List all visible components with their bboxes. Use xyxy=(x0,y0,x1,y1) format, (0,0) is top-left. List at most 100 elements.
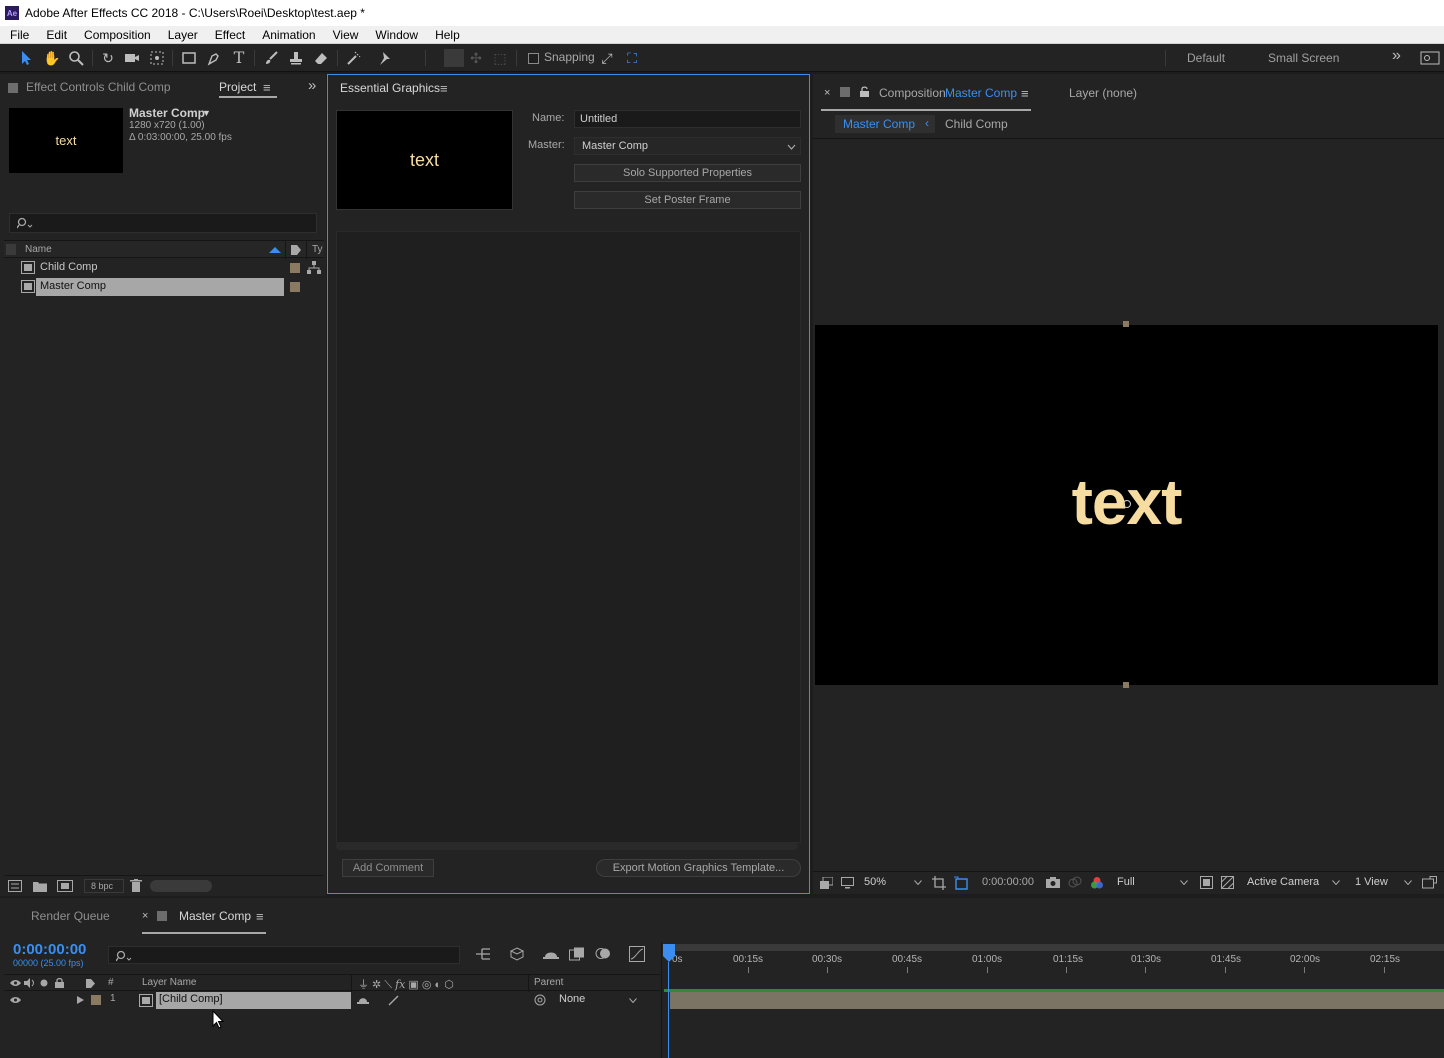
roto-brush-tool-icon[interactable] xyxy=(346,50,362,66)
essential-graphics-menu-icon[interactable]: ≡ xyxy=(440,81,448,96)
menu-window[interactable]: Window xyxy=(365,28,425,42)
menu-effect[interactable]: Effect xyxy=(205,28,252,42)
close-icon[interactable]: × xyxy=(824,87,830,99)
export-mogrt-button[interactable]: Export Motion Graphics Template... xyxy=(596,859,801,877)
motion-blur-icon[interactable] xyxy=(595,946,611,961)
eg-horizontal-scrollbar[interactable] xyxy=(336,842,798,850)
snap-features-icon[interactable]: ⛶ xyxy=(624,50,640,66)
pick-whip-icon[interactable] xyxy=(534,994,546,1006)
viewer-timecode[interactable]: 0:00:00:00 xyxy=(982,876,1034,888)
comp-canvas[interactable]: text xyxy=(815,325,1438,685)
color-channels-icon[interactable] xyxy=(1090,876,1104,890)
tab-master-comp[interactable]: Master Comp xyxy=(179,909,251,923)
lock-icon[interactable] xyxy=(55,978,64,988)
project-panel-menu-icon[interactable]: ≡ xyxy=(263,80,271,95)
workspace-default[interactable]: Default xyxy=(1187,51,1225,65)
eraser-tool-icon[interactable] xyxy=(313,50,329,66)
tab-project[interactable]: Project xyxy=(219,80,256,94)
anchor-point-icon[interactable] xyxy=(1123,500,1131,508)
menu-view[interactable]: View xyxy=(323,28,366,42)
collapse-transform-icon[interactable] xyxy=(357,995,369,1006)
bpc-button[interactable]: 8 bpc xyxy=(84,879,124,893)
comp-panel-menu-icon[interactable]: ≡ xyxy=(1021,86,1029,101)
expand-arrow-icon[interactable] xyxy=(77,996,84,1004)
eg-properties-area[interactable] xyxy=(336,231,801,843)
label-tag-icon[interactable] xyxy=(290,244,302,256)
workspaces-more-icon[interactable]: » xyxy=(1392,47,1401,65)
show-snapshot-icon[interactable] xyxy=(1068,876,1082,889)
set-poster-frame-button[interactable]: Set Poster Frame xyxy=(574,191,801,209)
fast-preview-icon[interactable] xyxy=(1200,876,1213,889)
eg-name-field[interactable]: Untitled xyxy=(574,110,801,128)
reset-exposure-icon[interactable] xyxy=(1422,876,1437,889)
menu-help[interactable]: Help xyxy=(425,28,467,42)
interpret-footage-icon[interactable] xyxy=(8,880,22,892)
comp-tab-prefix[interactable]: Composition xyxy=(879,86,946,100)
layer-name[interactable]: [Child Comp] xyxy=(159,993,223,1005)
breadcrumb-master-comp[interactable]: Master Comp ‹ xyxy=(835,115,935,133)
project-search-input[interactable] xyxy=(9,213,317,233)
shy-layers-icon[interactable] xyxy=(543,947,559,961)
project-item-master-comp[interactable]: Master Comp xyxy=(4,278,324,296)
graph-editor-icon[interactable] xyxy=(629,946,645,962)
playhead-icon[interactable] xyxy=(663,944,675,964)
selection-tool-icon[interactable] xyxy=(18,50,34,66)
rotation-tool-icon[interactable]: ↻ xyxy=(100,50,116,66)
view-axis-mode-icon[interactable]: ⬚ xyxy=(492,50,508,66)
menu-animation[interactable]: Animation xyxy=(252,28,322,42)
always-preview-icon[interactable] xyxy=(820,877,833,889)
solo-icon[interactable] xyxy=(40,979,48,987)
clone-stamp-tool-icon[interactable] xyxy=(288,50,304,66)
flowchart-icon[interactable] xyxy=(307,261,321,274)
snapshot-camera-icon[interactable] xyxy=(1046,877,1060,888)
quality-switch-icon[interactable] xyxy=(388,995,399,1006)
parent-select[interactable]: None xyxy=(552,993,640,1008)
col-layer-name[interactable]: Layer Name xyxy=(142,977,196,988)
essential-graphics-title[interactable]: Essential Graphics xyxy=(340,81,440,95)
zoom-tool-icon[interactable] xyxy=(68,50,84,66)
toggle-transparency-grid-icon[interactable] xyxy=(1221,876,1234,889)
pan-behind-tool-icon[interactable] xyxy=(149,50,165,66)
layer-handle-bottom[interactable] xyxy=(1123,682,1129,688)
delete-trash-icon[interactable] xyxy=(130,879,142,892)
breadcrumb-child-comp[interactable]: Child Comp xyxy=(945,117,1008,131)
region-of-interest-icon[interactable] xyxy=(932,876,946,890)
new-composition-icon[interactable] xyxy=(57,880,73,892)
camera-select[interactable]: Active Camera xyxy=(1241,875,1343,891)
local-axis-mode-icon[interactable] xyxy=(444,49,464,67)
zoom-select[interactable]: 50% xyxy=(860,875,926,891)
menu-composition[interactable]: Composition xyxy=(74,28,158,42)
time-ruler[interactable]: 0s 00:15s 00:30s 00:45s 01:00s 01:15s 01… xyxy=(664,951,1444,973)
type-tool-icon[interactable]: T xyxy=(231,50,247,66)
hand-tool-icon[interactable]: ✋ xyxy=(43,50,60,66)
frame-blending-icon[interactable] xyxy=(569,947,585,961)
menu-file[interactable]: File xyxy=(0,28,36,42)
resolution-select[interactable]: Full xyxy=(1111,875,1191,891)
eg-master-select[interactable]: Master Comp xyxy=(574,137,801,155)
brush-tool-icon[interactable] xyxy=(263,50,279,66)
rectangle-tool-icon[interactable] xyxy=(181,50,197,66)
col-type[interactable]: Ty xyxy=(312,244,323,255)
comp-viewer[interactable]: text xyxy=(815,140,1442,866)
eye-icon[interactable] xyxy=(10,979,21,987)
lock-icon[interactable] xyxy=(860,86,869,97)
puppet-pin-tool-icon[interactable] xyxy=(377,50,393,66)
views-select[interactable]: 1 View xyxy=(1349,875,1415,891)
comp-mini-flowchart-icon[interactable] xyxy=(475,947,491,961)
new-folder-icon[interactable] xyxy=(33,880,47,892)
layer-row[interactable]: 1 [Child Comp] None xyxy=(4,992,660,1009)
project-comp-dropdown-icon[interactable]: ▼ xyxy=(202,108,211,118)
search-help-icon[interactable] xyxy=(1420,51,1440,65)
label-tag-icon[interactable] xyxy=(85,978,96,989)
comp-tab-name[interactable]: Master Comp xyxy=(945,86,1017,100)
work-area-bar[interactable] xyxy=(664,944,1444,951)
pen-tool-icon[interactable] xyxy=(206,50,222,66)
menu-layer[interactable]: Layer xyxy=(158,28,205,42)
audio-icon[interactable] xyxy=(24,978,35,988)
panel-expand-icon[interactable]: » xyxy=(308,77,316,94)
snapping-checkbox[interactable] xyxy=(528,53,539,64)
transparency-grid-icon[interactable] xyxy=(954,876,969,890)
camera-tool-icon[interactable] xyxy=(124,50,140,66)
solo-supported-properties-button[interactable]: Solo Supported Properties xyxy=(574,164,801,182)
label-swatch[interactable] xyxy=(91,995,101,1005)
